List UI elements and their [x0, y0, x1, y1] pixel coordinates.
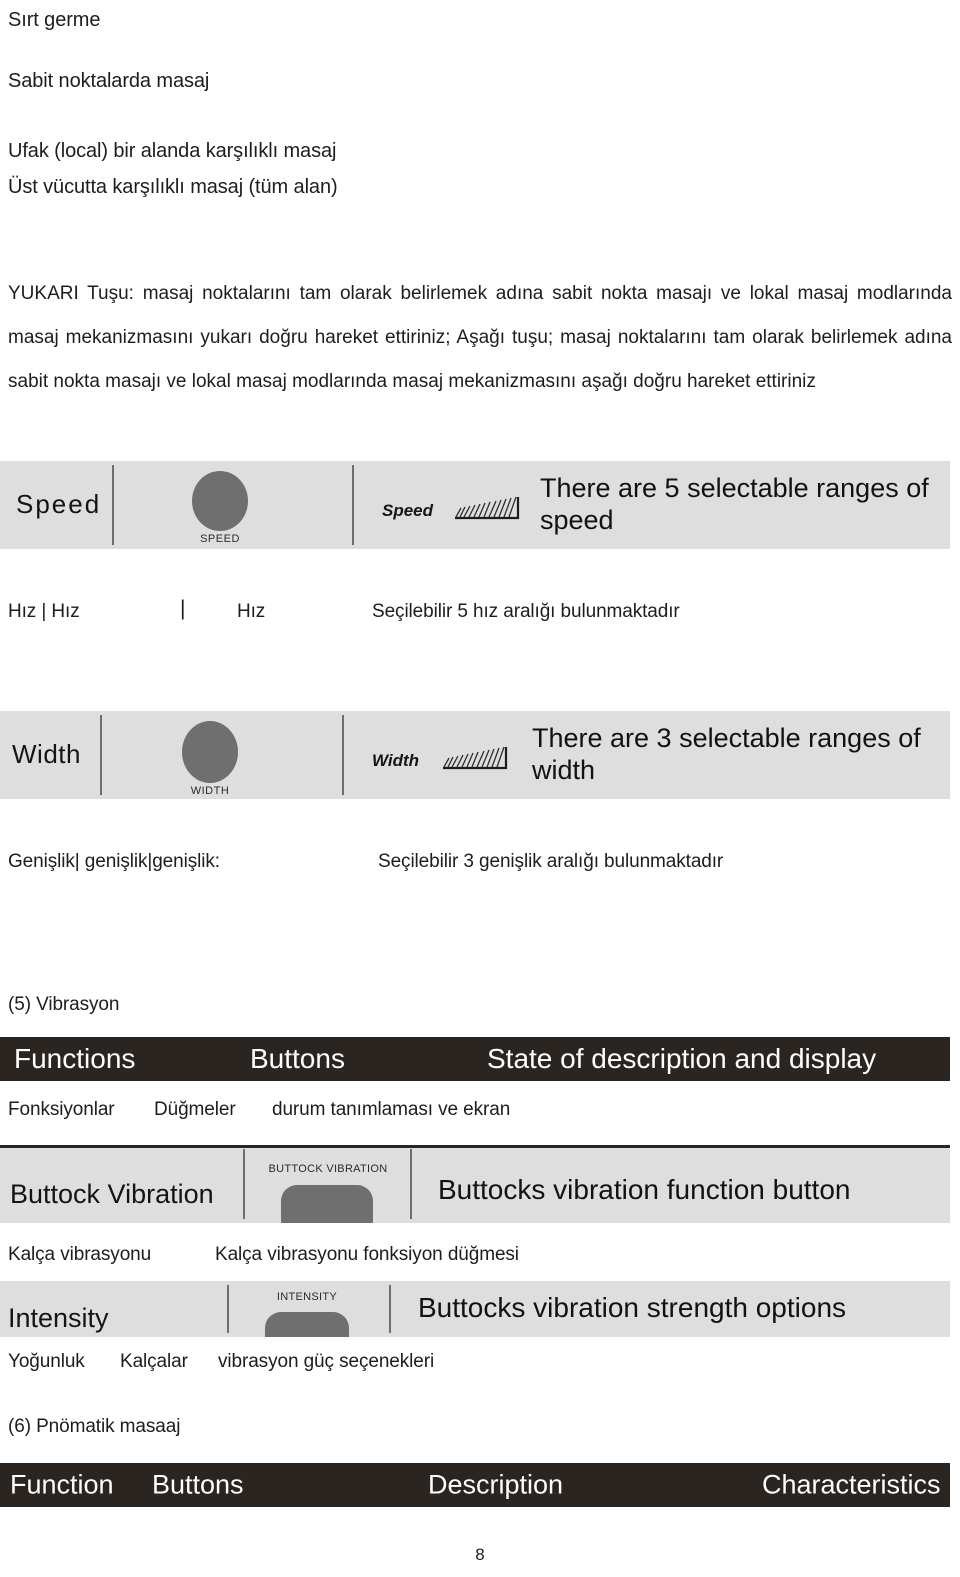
buttock-vibration-row-strip: Buttock Vibration BUTTOCK VIBRATION Butt…	[0, 1145, 950, 1223]
intensity-divider-2	[389, 1285, 391, 1333]
section-title-pnomatik: (6) Pnömatik masaaj	[8, 1416, 181, 1437]
intensity-button-caption: INTENSITY	[276, 1291, 338, 1303]
vibration-header-translation-col1: Fonksiyonlar	[8, 1099, 115, 1120]
width-divider-1	[100, 715, 102, 795]
speed-description: There are 5 selectable ranges of speed	[540, 473, 929, 535]
buttock-description: Buttocks vibration function button	[438, 1174, 851, 1205]
document-page: Sırt germe Sabit noktalarda masaj Ufak (…	[0, 0, 960, 1577]
speed-table-strip: Speed SPEED Speed There are 5 selectable	[0, 461, 950, 549]
buttock-function-label: Buttock Vibration	[10, 1179, 214, 1209]
speed-level-gauge-icon	[455, 496, 520, 520]
speed-dial-knob[interactable]	[192, 471, 248, 531]
speed-divider-2	[352, 465, 354, 545]
vibration-table-header: Functions Buttons State of description a…	[0, 1037, 950, 1081]
speed-state-label: Speed	[382, 501, 434, 520]
buttock-translation-function: Kalça vibrasyonu	[8, 1244, 152, 1265]
intensity-divider-1	[227, 1285, 229, 1333]
speed-translation-button: Hız	[237, 601, 266, 622]
buttock-translation-description: Kalça vibrasyonu fonksiyon düğmesi	[215, 1244, 519, 1265]
buttock-vibration-button[interactable]	[281, 1185, 373, 1223]
pneumatic-header-col-characteristics: Characteristics	[762, 1469, 941, 1500]
width-state-label: Width	[372, 751, 420, 770]
speed-divider-1	[112, 465, 114, 545]
speed-translation-description: Seçilebilir 5 hız aralığı bulunmaktadır	[372, 601, 680, 622]
vibration-header-translation-col2: Düğmeler	[154, 1099, 236, 1120]
page-number: 8	[475, 1545, 485, 1564]
speed-button-caption: SPEED	[200, 533, 240, 545]
speed-function-label: Speed	[16, 489, 102, 519]
pneumatic-header-col-function: Function	[10, 1469, 114, 1500]
width-level-gauge-icon	[443, 746, 508, 770]
width-function-label: Width	[12, 739, 81, 769]
width-divider-2	[342, 715, 344, 795]
width-table-strip: Width WIDTH Width There are 3 selectable	[0, 711, 950, 799]
width-button-caption: WIDTH	[190, 785, 230, 797]
width-translation-description: Seçilebilir 3 genişlik aralığı bulunmakt…	[378, 851, 724, 872]
intensity-description: Buttocks vibration strength options	[418, 1292, 847, 1323]
width-translation-function: Genişlik| genişlik|genişlik:	[8, 851, 220, 872]
heading-ufak-local: Ufak (local) bir alanda karşılıklı masaj	[8, 140, 337, 162]
vibration-header-col-functions: Functions	[14, 1043, 136, 1074]
width-description: There are 3 selectable ranges of width	[532, 723, 921, 785]
buttock-row-top-border	[0, 1145, 950, 1148]
intensity-translation-function: Yoğunluk	[8, 1351, 85, 1372]
vibration-header-col-buttons: Buttons	[250, 1043, 345, 1074]
section-title-vibrasyon: (5) Vibrasyon	[8, 994, 120, 1015]
buttock-divider-1	[243, 1149, 245, 1219]
speed-translation-divider: |	[180, 597, 186, 620]
vibration-header-col-state: State of description and display	[487, 1043, 877, 1074]
intensity-function-label: Intensity	[8, 1303, 109, 1333]
vibration-header-translation-col3: durum tanımlaması ve ekran	[272, 1099, 511, 1120]
intensity-translation-description: vibrasyon güç seçenekleri	[218, 1351, 435, 1372]
heading-ust-vucutta: Üst vücutta karşılıklı masaj (tüm alan)	[8, 176, 338, 198]
buttock-button-caption: BUTTOCK VIBRATION	[268, 1163, 388, 1175]
heading-sirt-germe: Sırt germe	[8, 9, 101, 31]
speed-translation-function: Hız | Hız	[8, 601, 80, 622]
pneumatic-header-col-buttons: Buttons	[152, 1469, 244, 1500]
heading-sabit-noktalarda-masaj: Sabit noktalarda masaj	[8, 70, 210, 92]
intensity-row-strip: Intensity INTENSITY Buttocks vibration s…	[0, 1281, 950, 1337]
paragraph-yukari-tusu: YUKARI Tuşu: masaj noktalarını tam olara…	[8, 283, 952, 392]
buttock-divider-2	[410, 1149, 412, 1219]
pneumatic-table-header: Function Buttons Description Characteris…	[0, 1463, 950, 1507]
width-dial-knob[interactable]	[182, 721, 238, 783]
intensity-button[interactable]	[265, 1312, 349, 1337]
pneumatic-header-col-description: Description	[428, 1469, 564, 1500]
intensity-translation-button: Kalçalar	[120, 1351, 188, 1372]
